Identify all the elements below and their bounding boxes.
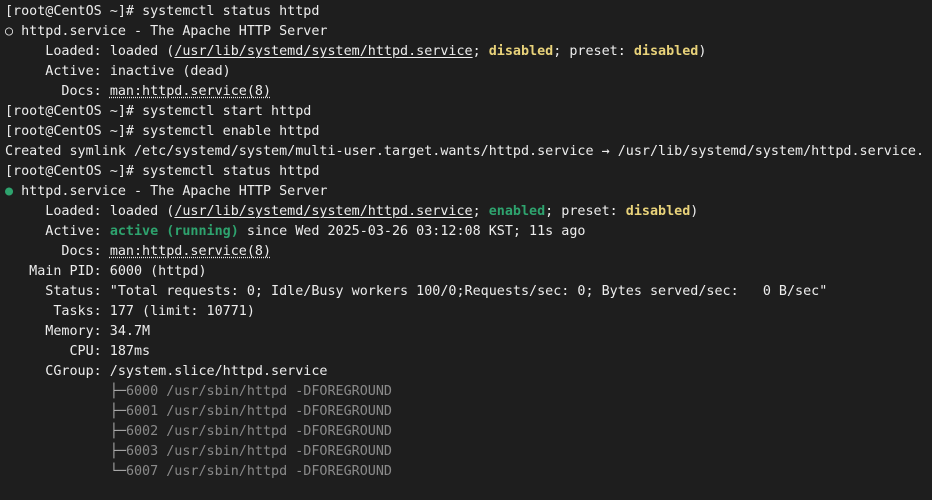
- unit-file-link[interactable]: /usr/lib/systemd/system/httpd.service: [174, 44, 472, 59]
- docs-line: Docs: man:httpd.service(8): [5, 82, 932, 102]
- shell-prompt: [root@CentOS ~]#: [5, 104, 143, 119]
- docs-key: Docs:: [5, 244, 110, 259]
- tree-branch-icon: ├─: [109, 404, 126, 419]
- process-entry: 6001 /usr/sbin/httpd -DFOREGROUND: [125, 404, 392, 419]
- docs-link[interactable]: man:httpd.service(8): [110, 244, 271, 259]
- preset-key: ; preset:: [545, 204, 626, 219]
- tree-branch-icon: ├─: [109, 424, 126, 439]
- process-entry: 6007 /usr/sbin/httpd -DFOREGROUND: [125, 464, 392, 479]
- unit-header-inactive: ○ httpd.service - The Apache HTTP Server: [5, 22, 932, 42]
- shell-prompt: [root@CentOS ~]#: [5, 164, 143, 179]
- preset-key: ; preset:: [553, 44, 634, 59]
- active-key: Active:: [5, 64, 110, 79]
- tree-branch-icon: └─: [109, 464, 126, 479]
- cpu-line: CPU: 187ms: [5, 344, 151, 359]
- command-line-start: [root@CentOS ~]# systemctl start httpd: [5, 102, 932, 122]
- loaded-line: Loaded: loaded (/usr/lib/systemd/system/…: [5, 42, 932, 62]
- preset-state-disabled: disabled: [625, 204, 691, 219]
- loaded-line: Loaded: loaded (/usr/lib/systemd/system/…: [5, 202, 932, 222]
- active-line: Active: inactive (dead): [5, 62, 932, 82]
- shell-prompt: [root@CentOS ~]#: [5, 124, 143, 139]
- process-tree-row: └─6007 /usr/sbin/httpd -DFOREGROUND: [5, 462, 932, 482]
- unit-description: httpd.service - The Apache HTTP Server: [13, 24, 328, 39]
- process-entry: 6000 /usr/sbin/httpd -DFOREGROUND: [125, 384, 392, 399]
- separator: ;: [472, 44, 489, 59]
- preset-state-disabled: disabled: [633, 44, 699, 59]
- process-entry: 6003 /usr/sbin/httpd -DFOREGROUND: [125, 444, 392, 459]
- memory-line: Memory: 34.7M: [5, 324, 151, 339]
- docs-line: Docs: man:httpd.service(8): [5, 242, 932, 262]
- active-since: since Wed 2025-03-26 03:12:08 KST; 11s a…: [238, 224, 586, 239]
- docs-link[interactable]: man:httpd.service(8): [110, 84, 271, 99]
- loaded-key: Loaded:: [5, 44, 110, 59]
- inactive-circle-icon: ○: [5, 24, 14, 39]
- unit-description: httpd.service - The Apache HTTP Server: [13, 184, 328, 199]
- main-pid-line: Main PID: 6000 (httpd): [5, 264, 207, 279]
- separator: ;: [472, 204, 489, 219]
- close-paren: ): [698, 44, 707, 59]
- terminal-window[interactable]: [root@CentOS ~]# systemctl status httpd …: [0, 0, 932, 500]
- unit-state-enabled: enabled: [488, 204, 546, 219]
- active-line: Active: active (running) since Wed 2025-…: [5, 222, 932, 242]
- process-tree-row: ├─6000 /usr/sbin/httpd -DFOREGROUND: [5, 382, 932, 402]
- active-running-state: active (running): [109, 224, 239, 239]
- active-value: inactive (dead): [109, 64, 231, 79]
- cgroup-line: CGroup: /system.slice/httpd.service: [5, 364, 328, 379]
- command-text: systemctl start httpd: [142, 104, 312, 119]
- status-line: Status: "Total requests: 0; Idle/Busy wo…: [5, 284, 828, 299]
- loaded-prefix: loaded (: [109, 204, 175, 219]
- unit-state-disabled: disabled: [488, 44, 554, 59]
- active-key: Active:: [5, 224, 110, 239]
- loaded-prefix: loaded (: [109, 44, 175, 59]
- command-text: systemctl enable httpd: [142, 124, 320, 139]
- process-tree-row: ├─6003 /usr/sbin/httpd -DFOREGROUND: [5, 442, 932, 462]
- unit-file-link[interactable]: /usr/lib/systemd/system/httpd.service: [174, 204, 472, 219]
- process-tree-row: ├─6001 /usr/sbin/httpd -DFOREGROUND: [5, 402, 932, 422]
- process-tree-row: ├─6002 /usr/sbin/httpd -DFOREGROUND: [5, 422, 932, 442]
- command-line-enable: [root@CentOS ~]# systemctl enable httpd: [5, 122, 932, 142]
- active-dot-icon: ●: [5, 184, 14, 199]
- command-line-status-1: [root@CentOS ~]# systemctl status httpd: [5, 2, 932, 22]
- loaded-key: Loaded:: [5, 204, 110, 219]
- tasks-line: Tasks: 177 (limit: 10771): [5, 304, 255, 319]
- docs-key: Docs:: [5, 84, 110, 99]
- command-line-status-2: [root@CentOS ~]# systemctl status httpd: [5, 162, 932, 182]
- command-text: systemctl status httpd: [142, 4, 320, 19]
- tree-branch-icon: ├─: [109, 384, 126, 399]
- tree-branch-icon: ├─: [109, 444, 126, 459]
- close-paren: ): [690, 204, 699, 219]
- shell-prompt: [root@CentOS ~]#: [5, 4, 143, 19]
- unit-header-active: ● httpd.service - The Apache HTTP Server: [5, 182, 932, 202]
- symlink-output: Created symlink /etc/systemd/system/mult…: [5, 144, 925, 159]
- process-entry: 6002 /usr/sbin/httpd -DFOREGROUND: [125, 424, 392, 439]
- command-text: systemctl status httpd: [142, 164, 320, 179]
